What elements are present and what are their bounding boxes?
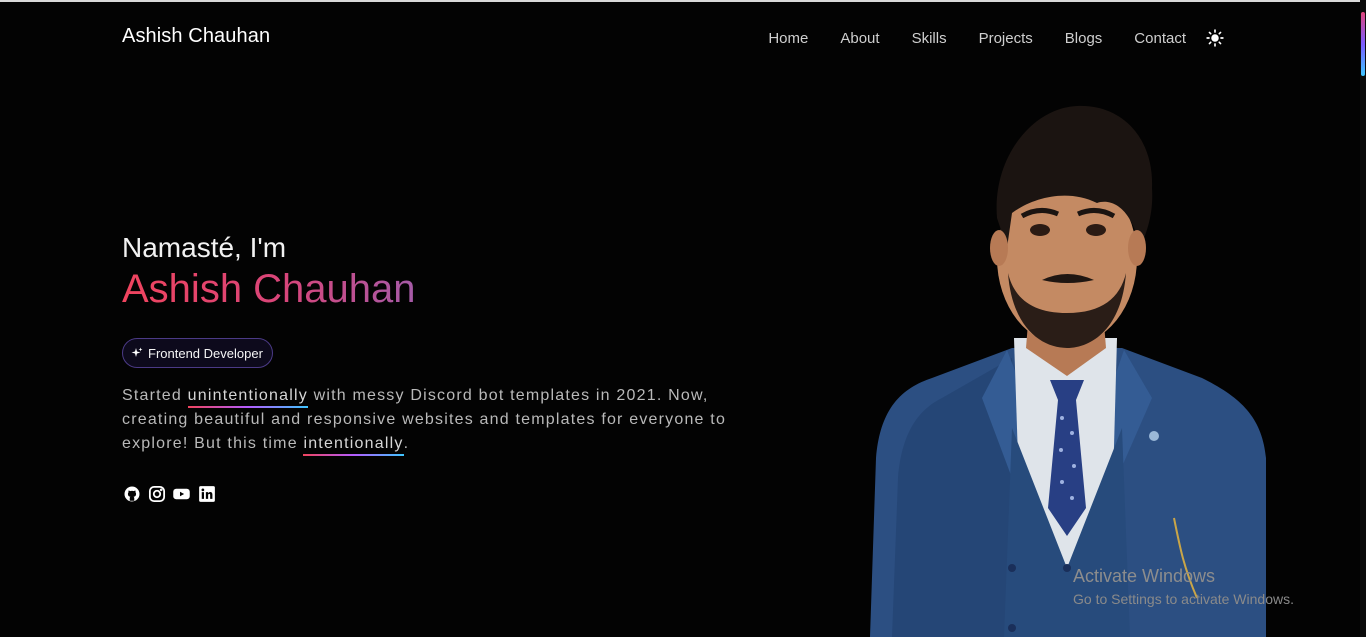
role-badge: Frontend Developer — [122, 338, 273, 368]
bio-highlight-unintentionally: unintentionally — [187, 384, 309, 408]
sun-icon[interactable] — [1204, 27, 1226, 49]
bio-text-3: . — [403, 435, 410, 452]
watermark-subtitle: Go to Settings to activate Windows. — [1073, 591, 1294, 607]
youtube-icon[interactable] — [172, 484, 191, 503]
bio-highlight-intentionally: intentionally — [303, 432, 404, 456]
scrollbar-thumb[interactable] — [1361, 12, 1365, 76]
linkedin-icon[interactable] — [197, 484, 216, 503]
activate-windows-watermark: Activate Windows Go to Settings to activ… — [1073, 566, 1294, 607]
nav-home[interactable]: Home — [768, 30, 808, 47]
hero-bio: Started unintentionally with messy Disco… — [122, 384, 772, 456]
window-top-edge — [0, 0, 1366, 2]
watermark-title: Activate Windows — [1073, 566, 1216, 586]
instagram-icon[interactable] — [147, 484, 166, 503]
nav-blogs[interactable]: Blogs — [1065, 30, 1103, 47]
social-links — [122, 484, 222, 503]
nav-contact[interactable]: Contact — [1134, 30, 1186, 47]
github-icon[interactable] — [122, 484, 141, 503]
nav-projects[interactable]: Projects — [979, 30, 1033, 47]
nav-skills[interactable]: Skills — [912, 30, 947, 47]
hero-greeting: Namasté, I'm — [122, 232, 287, 263]
sparkle-icon — [131, 347, 143, 359]
scrollbar[interactable] — [1360, 0, 1366, 637]
profile-photo — [870, 105, 1266, 637]
hero-name: Ashish Chauhan — [122, 267, 416, 311]
role-badge-label: Frontend Developer — [148, 345, 263, 361]
main-nav: Home About Skills Projects Blogs Contact — [768, 27, 1226, 49]
bio-text-1: Started — [122, 387, 188, 404]
brand-logo-text[interactable]: Ashish Chauhan — [122, 25, 270, 48]
nav-about[interactable]: About — [840, 30, 879, 47]
